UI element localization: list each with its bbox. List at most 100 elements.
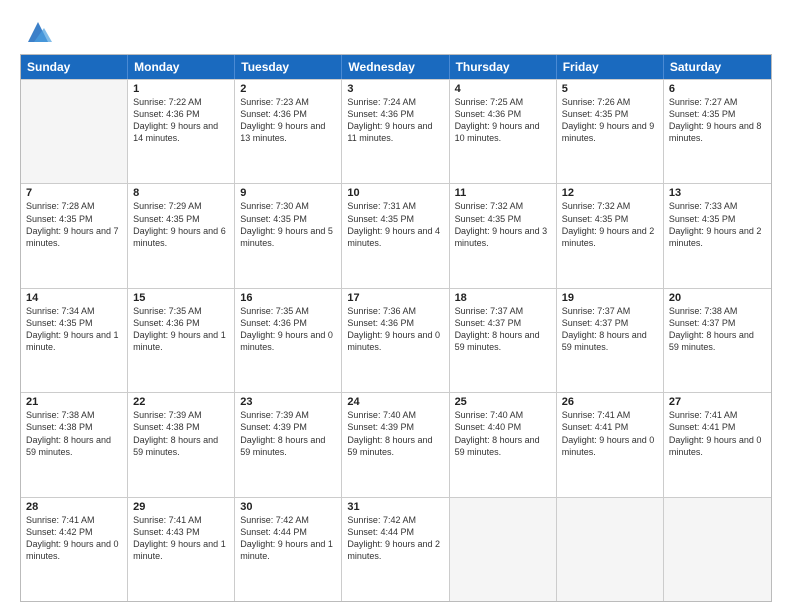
day-number: 19 xyxy=(562,292,658,304)
day-number: 26 xyxy=(562,396,658,408)
calendar-header-cell: Friday xyxy=(557,55,664,79)
calendar-cell: 28Sunrise: 7:41 AM Sunset: 4:42 PM Dayli… xyxy=(21,498,128,601)
cell-info: Sunrise: 7:39 AM Sunset: 4:38 PM Dayligh… xyxy=(133,409,229,458)
cell-info: Sunrise: 7:27 AM Sunset: 4:35 PM Dayligh… xyxy=(669,96,766,145)
cell-info: Sunrise: 7:32 AM Sunset: 4:35 PM Dayligh… xyxy=(562,200,658,249)
calendar-cell: 7Sunrise: 7:28 AM Sunset: 4:35 PM Daylig… xyxy=(21,184,128,287)
day-number: 12 xyxy=(562,187,658,199)
calendar-cell: 30Sunrise: 7:42 AM Sunset: 4:44 PM Dayli… xyxy=(235,498,342,601)
cell-info: Sunrise: 7:36 AM Sunset: 4:36 PM Dayligh… xyxy=(347,305,443,354)
logo xyxy=(20,18,52,46)
cell-info: Sunrise: 7:31 AM Sunset: 4:35 PM Dayligh… xyxy=(347,200,443,249)
day-number: 20 xyxy=(669,292,766,304)
day-number: 1 xyxy=(133,83,229,95)
cell-info: Sunrise: 7:24 AM Sunset: 4:36 PM Dayligh… xyxy=(347,96,443,145)
calendar-cell: 29Sunrise: 7:41 AM Sunset: 4:43 PM Dayli… xyxy=(128,498,235,601)
cell-info: Sunrise: 7:40 AM Sunset: 4:40 PM Dayligh… xyxy=(455,409,551,458)
cell-info: Sunrise: 7:32 AM Sunset: 4:35 PM Dayligh… xyxy=(455,200,551,249)
day-number: 22 xyxy=(133,396,229,408)
calendar-header-cell: Saturday xyxy=(664,55,771,79)
cell-info: Sunrise: 7:37 AM Sunset: 4:37 PM Dayligh… xyxy=(562,305,658,354)
day-number: 30 xyxy=(240,501,336,513)
calendar: SundayMondayTuesdayWednesdayThursdayFrid… xyxy=(20,54,772,602)
cell-info: Sunrise: 7:41 AM Sunset: 4:41 PM Dayligh… xyxy=(562,409,658,458)
calendar-cell: 26Sunrise: 7:41 AM Sunset: 4:41 PM Dayli… xyxy=(557,393,664,496)
cell-info: Sunrise: 7:29 AM Sunset: 4:35 PM Dayligh… xyxy=(133,200,229,249)
day-number: 24 xyxy=(347,396,443,408)
cell-info: Sunrise: 7:33 AM Sunset: 4:35 PM Dayligh… xyxy=(669,200,766,249)
calendar-row: 7Sunrise: 7:28 AM Sunset: 4:35 PM Daylig… xyxy=(21,183,771,287)
day-number: 11 xyxy=(455,187,551,199)
cell-info: Sunrise: 7:30 AM Sunset: 4:35 PM Dayligh… xyxy=(240,200,336,249)
calendar-row: 1Sunrise: 7:22 AM Sunset: 4:36 PM Daylig… xyxy=(21,79,771,183)
calendar-cell: 23Sunrise: 7:39 AM Sunset: 4:39 PM Dayli… xyxy=(235,393,342,496)
calendar-cell: 16Sunrise: 7:35 AM Sunset: 4:36 PM Dayli… xyxy=(235,289,342,392)
cell-info: Sunrise: 7:40 AM Sunset: 4:39 PM Dayligh… xyxy=(347,409,443,458)
day-number: 29 xyxy=(133,501,229,513)
cell-info: Sunrise: 7:41 AM Sunset: 4:43 PM Dayligh… xyxy=(133,514,229,563)
calendar-row: 14Sunrise: 7:34 AM Sunset: 4:35 PM Dayli… xyxy=(21,288,771,392)
calendar-header-cell: Tuesday xyxy=(235,55,342,79)
calendar-body: 1Sunrise: 7:22 AM Sunset: 4:36 PM Daylig… xyxy=(21,79,771,601)
calendar-header-cell: Thursday xyxy=(450,55,557,79)
day-number: 3 xyxy=(347,83,443,95)
calendar-cell: 6Sunrise: 7:27 AM Sunset: 4:35 PM Daylig… xyxy=(664,80,771,183)
cell-info: Sunrise: 7:41 AM Sunset: 4:41 PM Dayligh… xyxy=(669,409,766,458)
calendar-row: 21Sunrise: 7:38 AM Sunset: 4:38 PM Dayli… xyxy=(21,392,771,496)
day-number: 16 xyxy=(240,292,336,304)
calendar-cell: 3Sunrise: 7:24 AM Sunset: 4:36 PM Daylig… xyxy=(342,80,449,183)
day-number: 10 xyxy=(347,187,443,199)
cell-info: Sunrise: 7:37 AM Sunset: 4:37 PM Dayligh… xyxy=(455,305,551,354)
calendar-cell: 24Sunrise: 7:40 AM Sunset: 4:39 PM Dayli… xyxy=(342,393,449,496)
day-number: 25 xyxy=(455,396,551,408)
calendar-cell xyxy=(21,80,128,183)
day-number: 7 xyxy=(26,187,122,199)
day-number: 21 xyxy=(26,396,122,408)
cell-info: Sunrise: 7:38 AM Sunset: 4:37 PM Dayligh… xyxy=(669,305,766,354)
calendar-header: SundayMondayTuesdayWednesdayThursdayFrid… xyxy=(21,55,771,79)
cell-info: Sunrise: 7:38 AM Sunset: 4:38 PM Dayligh… xyxy=(26,409,122,458)
day-number: 5 xyxy=(562,83,658,95)
day-number: 27 xyxy=(669,396,766,408)
day-number: 9 xyxy=(240,187,336,199)
cell-info: Sunrise: 7:35 AM Sunset: 4:36 PM Dayligh… xyxy=(240,305,336,354)
day-number: 28 xyxy=(26,501,122,513)
calendar-cell: 31Sunrise: 7:42 AM Sunset: 4:44 PM Dayli… xyxy=(342,498,449,601)
calendar-cell: 18Sunrise: 7:37 AM Sunset: 4:37 PM Dayli… xyxy=(450,289,557,392)
calendar-cell: 1Sunrise: 7:22 AM Sunset: 4:36 PM Daylig… xyxy=(128,80,235,183)
calendar-cell: 8Sunrise: 7:29 AM Sunset: 4:35 PM Daylig… xyxy=(128,184,235,287)
calendar-cell: 20Sunrise: 7:38 AM Sunset: 4:37 PM Dayli… xyxy=(664,289,771,392)
cell-info: Sunrise: 7:39 AM Sunset: 4:39 PM Dayligh… xyxy=(240,409,336,458)
cell-info: Sunrise: 7:26 AM Sunset: 4:35 PM Dayligh… xyxy=(562,96,658,145)
cell-info: Sunrise: 7:35 AM Sunset: 4:36 PM Dayligh… xyxy=(133,305,229,354)
calendar-cell: 11Sunrise: 7:32 AM Sunset: 4:35 PM Dayli… xyxy=(450,184,557,287)
cell-info: Sunrise: 7:42 AM Sunset: 4:44 PM Dayligh… xyxy=(347,514,443,563)
day-number: 17 xyxy=(347,292,443,304)
calendar-cell xyxy=(450,498,557,601)
cell-info: Sunrise: 7:22 AM Sunset: 4:36 PM Dayligh… xyxy=(133,96,229,145)
day-number: 18 xyxy=(455,292,551,304)
calendar-header-cell: Monday xyxy=(128,55,235,79)
calendar-header-cell: Sunday xyxy=(21,55,128,79)
page: SundayMondayTuesdayWednesdayThursdayFrid… xyxy=(0,0,792,612)
day-number: 4 xyxy=(455,83,551,95)
calendar-row: 28Sunrise: 7:41 AM Sunset: 4:42 PM Dayli… xyxy=(21,497,771,601)
calendar-cell: 15Sunrise: 7:35 AM Sunset: 4:36 PM Dayli… xyxy=(128,289,235,392)
calendar-cell: 9Sunrise: 7:30 AM Sunset: 4:35 PM Daylig… xyxy=(235,184,342,287)
calendar-cell: 14Sunrise: 7:34 AM Sunset: 4:35 PM Dayli… xyxy=(21,289,128,392)
calendar-cell: 5Sunrise: 7:26 AM Sunset: 4:35 PM Daylig… xyxy=(557,80,664,183)
day-number: 23 xyxy=(240,396,336,408)
cell-info: Sunrise: 7:41 AM Sunset: 4:42 PM Dayligh… xyxy=(26,514,122,563)
calendar-cell: 25Sunrise: 7:40 AM Sunset: 4:40 PM Dayli… xyxy=(450,393,557,496)
day-number: 31 xyxy=(347,501,443,513)
calendar-cell xyxy=(557,498,664,601)
top-bar xyxy=(20,18,772,46)
day-number: 2 xyxy=(240,83,336,95)
calendar-cell: 13Sunrise: 7:33 AM Sunset: 4:35 PM Dayli… xyxy=(664,184,771,287)
calendar-cell: 2Sunrise: 7:23 AM Sunset: 4:36 PM Daylig… xyxy=(235,80,342,183)
logo-icon xyxy=(24,18,52,46)
calendar-cell: 10Sunrise: 7:31 AM Sunset: 4:35 PM Dayli… xyxy=(342,184,449,287)
day-number: 14 xyxy=(26,292,122,304)
day-number: 13 xyxy=(669,187,766,199)
calendar-cell: 22Sunrise: 7:39 AM Sunset: 4:38 PM Dayli… xyxy=(128,393,235,496)
